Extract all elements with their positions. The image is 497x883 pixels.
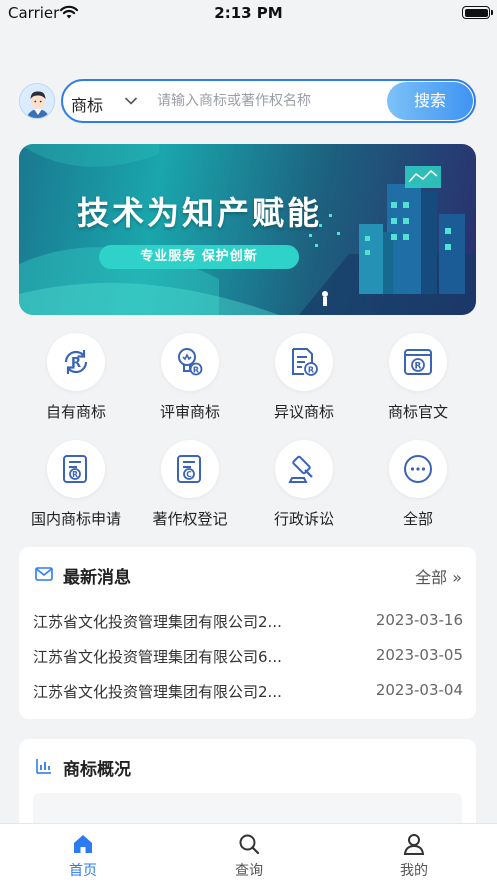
objection-document-icon: R — [292, 348, 318, 376]
tab-label: 查询 — [235, 863, 263, 879]
avatar[interactable] — [19, 83, 55, 119]
review-bulb-icon: R — [178, 348, 203, 376]
news-item-date: 2023-03-04 — [375, 681, 463, 699]
svg-text:R: R — [193, 366, 199, 375]
home-icon — [74, 835, 92, 853]
news-item-text: 江苏省文化投资管理集团有限公司6... — [33, 648, 282, 666]
bar-chart-icon — [36, 759, 51, 774]
svg-text:R: R — [72, 470, 78, 479]
service-icon-circle: C — [161, 440, 219, 498]
gavel-icon — [288, 455, 313, 483]
service-label: 异议商标 — [273, 403, 334, 421]
news-item[interactable]: 江苏省文化投资管理集团有限公司2... 2023-03-04 — [33, 679, 463, 705]
service-domestic-application[interactable]: R 国内商标申请 — [19, 440, 133, 536]
banner-slogan: 专业服务 保护创新 — [99, 245, 299, 269]
tab-query[interactable]: 查询 — [166, 824, 332, 883]
service-icon-circle: R — [47, 333, 105, 391]
tab-bar: 首页 查询 我的 — [0, 823, 497, 883]
news-item-date: 2023-03-16 — [375, 611, 463, 629]
service-icon-circle: R — [161, 333, 219, 391]
more-dots-icon — [404, 455, 432, 483]
service-label: 行政诉讼 — [273, 510, 334, 528]
tab-mine[interactable]: 我的 — [331, 824, 497, 883]
copyright-registration-icon: C — [177, 455, 201, 483]
news-item[interactable]: 江苏省文化投资管理集团有限公司6... 2023-03-05 — [33, 644, 463, 670]
news-title: 最新消息 — [63, 568, 131, 588]
news-item-text: 江苏省文化投资管理集团有限公司2... — [33, 613, 282, 631]
overview-title: 商标概况 — [63, 760, 131, 780]
clock: 2:13 PM — [214, 4, 283, 22]
news-item[interactable]: 江苏省文化投资管理集团有限公司2... 2023-03-16 — [33, 609, 463, 635]
service-review-trademark[interactable]: R 评审商标 — [133, 333, 247, 429]
search-type-select[interactable]: 商标 — [71, 92, 103, 116]
service-label: 评审商标 — [159, 403, 220, 421]
promo-banner[interactable]: 技术为知产赋能 专业服务 保护创新 — [19, 144, 476, 315]
user-icon — [403, 834, 425, 855]
chevron-down-icon[interactable] — [124, 96, 138, 106]
service-all[interactable]: 全部 — [361, 440, 475, 536]
mail-icon — [35, 567, 53, 581]
service-icon-circle: R — [389, 333, 447, 391]
battery-cap — [491, 10, 493, 15]
trademark-application-icon: R — [63, 455, 87, 483]
service-objection-trademark[interactable]: R 异议商标 — [247, 333, 361, 429]
news-item-text: 江苏省文化投资管理集团有限公司2... — [33, 683, 282, 701]
service-icon-circle — [275, 440, 333, 498]
tab-home[interactable]: 首页 — [0, 824, 166, 883]
service-own-trademark[interactable]: R 自有商标 — [19, 333, 133, 429]
news-card: 最新消息 全部 » 江苏省文化投资管理集团有限公司2... 2023-03-16… — [19, 547, 476, 719]
avatar-icon — [20, 84, 54, 118]
search-input[interactable] — [157, 89, 377, 113]
search-icon — [239, 834, 260, 855]
tab-label: 首页 — [69, 863, 97, 879]
service-official-document[interactable]: R 商标官文 — [361, 333, 475, 429]
status-bar: Carrier 2:13 PM — [0, 0, 497, 26]
svg-text:R: R — [308, 366, 314, 375]
battery-icon — [462, 6, 490, 19]
service-icon-circle: R — [47, 440, 105, 498]
news-all-link[interactable]: 全部 » — [415, 564, 462, 588]
search-button[interactable]: 搜索 — [387, 82, 473, 120]
service-label: 全部 — [402, 510, 433, 528]
svg-text:R: R — [415, 362, 422, 372]
service-label: 商标官文 — [387, 403, 448, 421]
service-icon-circle: R — [275, 333, 333, 391]
service-label: 自有商标 — [45, 403, 106, 421]
svg-text:C: C — [186, 470, 192, 479]
service-label: 著作权登记 — [152, 510, 228, 528]
service-label: 国内商标申请 — [30, 510, 121, 528]
svg-text:R: R — [71, 356, 81, 371]
service-administrative-litigation[interactable]: 行政诉讼 — [247, 440, 361, 536]
banner-title: 技术为知产赋能 — [77, 194, 323, 232]
trademark-r-cycle-icon: R — [64, 350, 88, 374]
service-icon-circle — [389, 440, 447, 498]
search-bar: 商标 搜索 — [61, 79, 476, 123]
tab-label: 我的 — [400, 863, 428, 879]
official-document-icon: R — [404, 349, 432, 375]
service-copyright-registration[interactable]: C 著作权登记 — [133, 440, 247, 536]
news-item-date: 2023-03-05 — [375, 646, 463, 664]
